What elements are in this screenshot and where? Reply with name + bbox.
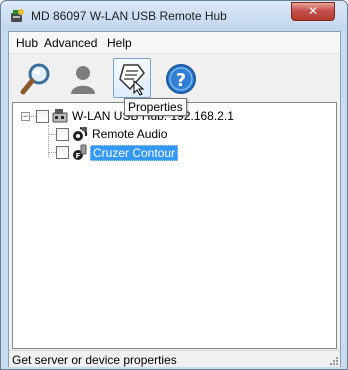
status-bar: Get server or device properties: [9, 350, 340, 367]
search-button[interactable]: [18, 61, 54, 97]
help-button[interactable]: ?: [164, 61, 200, 97]
status-text: Get server or device properties: [12, 353, 177, 367]
usb-hub-app-icon: [11, 9, 24, 22]
properties-button[interactable]: [113, 58, 151, 98]
remote-audio-label: Remote Audio: [92, 127, 168, 141]
search-icon: [20, 63, 50, 95]
app-window: MD 86097 W-LAN USB Remote Hub ✕ Hub Adva…: [0, 0, 348, 370]
collapse-toggle[interactable]: −: [21, 112, 30, 121]
cruzer-contour-label: Cruzer Contour: [90, 145, 179, 161]
hub-icon: [52, 109, 68, 123]
svg-text:F: F: [76, 152, 81, 160]
svg-text:?: ?: [176, 70, 186, 91]
tree-row-cruzer-contour[interactable]: F Cruzer Contour: [48, 144, 328, 162]
resize-grip-icon[interactable]: [329, 356, 339, 366]
tree-connector: [48, 134, 56, 135]
audio-device-icon: [73, 127, 88, 141]
user-icon: [71, 66, 95, 94]
window-title: MD 86097 W-LAN USB Remote Hub: [31, 9, 227, 23]
cruzer-contour-checkbox[interactable]: [56, 146, 69, 159]
usb-drive-icon: F: [73, 144, 87, 160]
device-tree[interactable]: − W-LAN USB Hub: 192.168.2.1 Remote Audi…: [12, 102, 337, 349]
close-button[interactable]: ✕: [291, 2, 335, 21]
client-area: Hub Advanced Help ? − W-LAN USB Hub: 192…: [8, 31, 341, 367]
tree-connector: [48, 152, 56, 153]
menu-help[interactable]: Help: [107, 36, 132, 50]
properties-icon: [119, 64, 145, 96]
properties-tooltip: Properties: [124, 98, 187, 116]
menu-bar: Hub Advanced Help: [9, 32, 340, 54]
user-button[interactable]: [67, 61, 103, 97]
menu-hub[interactable]: Hub: [16, 36, 38, 50]
menu-advanced[interactable]: Advanced: [44, 36, 97, 50]
close-icon: ✕: [307, 4, 319, 18]
toolbar: ?: [9, 55, 340, 101]
title-bar[interactable]: MD 86097 W-LAN USB Remote Hub ✕: [1, 1, 347, 31]
root-checkbox[interactable]: [36, 110, 49, 123]
tree-row-remote-audio[interactable]: Remote Audio: [48, 126, 328, 144]
remote-audio-checkbox[interactable]: [56, 128, 69, 141]
help-icon: ?: [166, 64, 196, 94]
